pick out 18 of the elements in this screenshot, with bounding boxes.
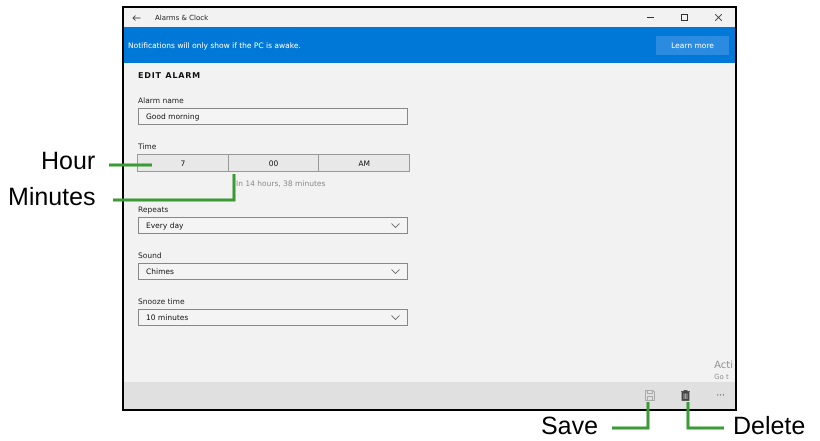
callout-label: Delete — [733, 414, 806, 439]
chevron-down-icon — [391, 315, 400, 320]
close-icon[interactable] — [714, 14, 722, 21]
activation-notice-title: Acti — [714, 360, 733, 371]
minimize-icon[interactable] — [646, 17, 654, 18]
section-heading: EDIT ALARM — [138, 71, 202, 80]
more-options-button[interactable]: ··· — [716, 390, 725, 400]
maximize-icon[interactable] — [680, 14, 688, 21]
chevron-down-icon — [391, 223, 400, 228]
chevron-down-icon — [391, 269, 400, 274]
leader-line — [109, 164, 152, 166]
callout-label: Minutes — [8, 185, 96, 210]
callout-label: Hour — [41, 149, 96, 174]
back-arrow-icon[interactable] — [132, 14, 141, 20]
leader-line — [612, 402, 650, 430]
trash-icon[interactable] — [681, 390, 690, 401]
callout-label: Save — [541, 414, 598, 439]
leader-line — [686, 402, 724, 430]
